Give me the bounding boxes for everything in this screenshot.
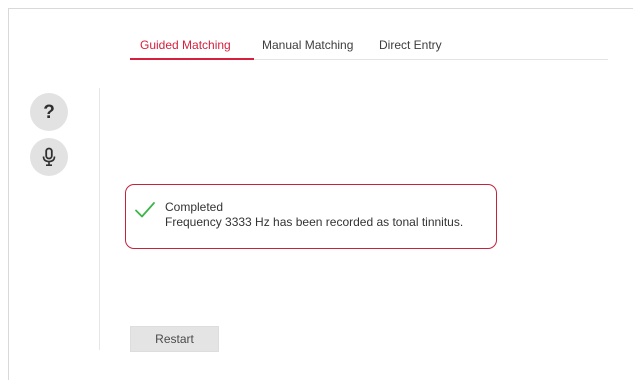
status-message: Frequency 3333 Hz has been recorded as t… <box>165 215 464 229</box>
checkmark-icon <box>135 202 155 218</box>
status-title: Completed <box>165 200 224 214</box>
tab-bar: Guided Matching Manual Matching Direct E… <box>130 38 608 60</box>
active-tab-indicator <box>130 58 254 60</box>
tab-direct-entry[interactable]: Direct Entry <box>379 38 442 52</box>
tab-guided-matching[interactable]: Guided Matching <box>140 38 231 52</box>
tab-manual-matching[interactable]: Manual Matching <box>262 38 353 52</box>
sidebar-divider <box>99 88 100 350</box>
status-panel: Completed Frequency 3333 Hz has been rec… <box>125 184 497 249</box>
microphone-icon <box>42 147 56 167</box>
help-button[interactable]: ? <box>30 93 68 131</box>
microphone-button[interactable] <box>30 138 68 176</box>
restart-button[interactable]: Restart <box>130 326 219 352</box>
question-mark-icon: ? <box>43 101 55 123</box>
